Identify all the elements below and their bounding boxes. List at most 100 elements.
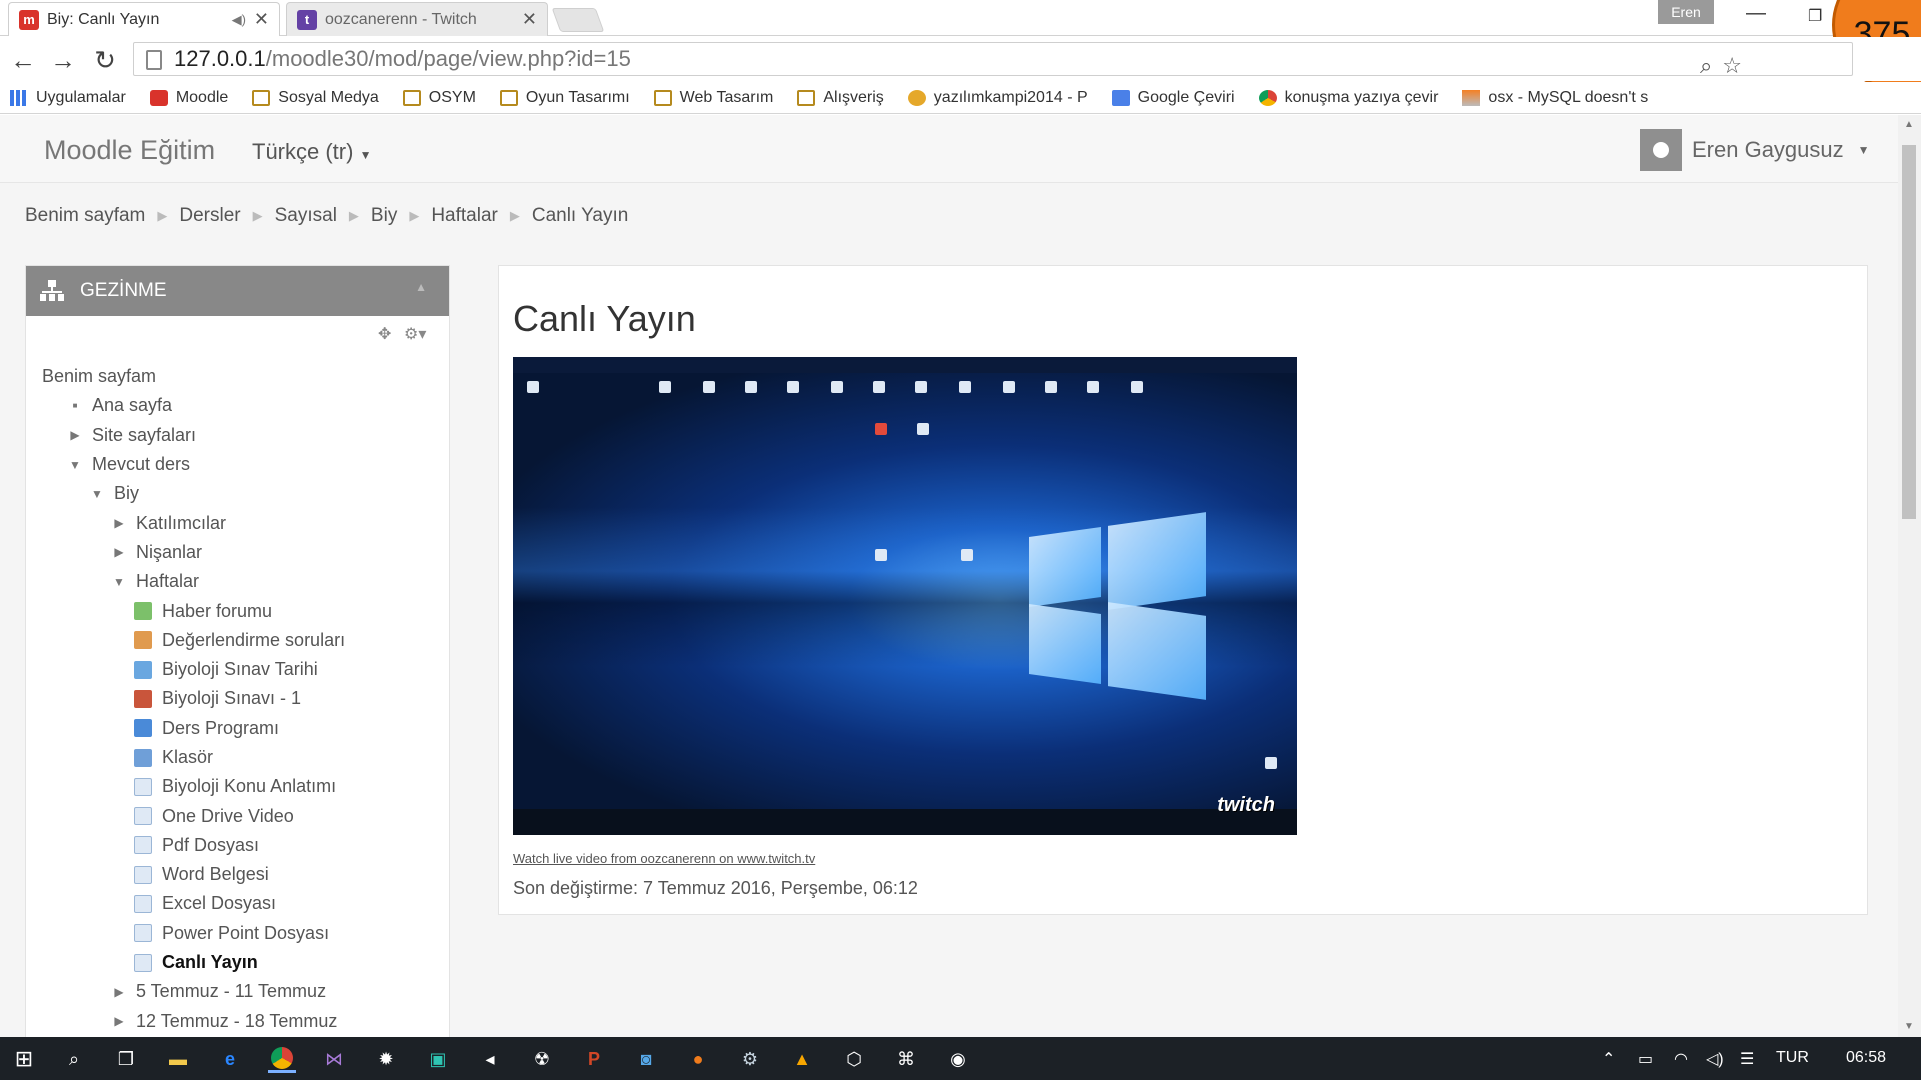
windows-start-icon[interactable]: ⊞ xyxy=(10,1045,38,1073)
app-icon[interactable]: ▲ xyxy=(788,1045,816,1073)
nav-tree-item[interactable]: ▶ Katılımcılar xyxy=(26,508,449,537)
nav-tree-item[interactable]: ▶ Site sayfaları xyxy=(26,421,449,450)
nav-tree-item[interactable]: Excel Dosyası xyxy=(26,889,449,918)
breadcrumb-item[interactable]: Dersler xyxy=(179,205,240,227)
breadcrumb-item[interactable]: Biy xyxy=(371,205,397,227)
edge-icon[interactable]: e xyxy=(216,1045,244,1073)
breadcrumb-item[interactable]: Haftalar xyxy=(431,205,498,227)
nav-tree-item[interactable]: Biyoloji Sınav Tarihi xyxy=(26,655,449,684)
expand-arrow-icon[interactable]: ▶ xyxy=(112,1014,126,1028)
move-icon[interactable]: ✥ xyxy=(378,324,391,344)
address-bar[interactable]: 127.0.0.1/moodle30/mod/page/view.php?id=… xyxy=(133,42,1853,78)
app-icon[interactable]: ▣ xyxy=(424,1045,452,1073)
close-tab-icon[interactable]: ✕ xyxy=(254,9,269,30)
tab-twitch[interactable]: t oozcanerenn - Twitch ✕ xyxy=(286,2,548,36)
navigation-block-header[interactable]: GEZİNME ▲ xyxy=(26,266,449,316)
user-menu[interactable]: Eren Gaygusuz ▼ xyxy=(1640,129,1870,171)
collapse-arrow-icon[interactable]: ▼ xyxy=(112,575,126,589)
expand-arrow-icon[interactable]: ▶ xyxy=(112,985,126,999)
nav-tree-item[interactable]: ▶ Nişanlar xyxy=(26,538,449,567)
app-icon[interactable]: ⌘ xyxy=(892,1045,920,1073)
back-arrow-icon[interactable]: ← xyxy=(8,45,38,76)
nav-tree-item[interactable]: Biyoloji Sınavı - 1 xyxy=(26,684,449,713)
nav-tree-item[interactable]: Değerlendirme soruları xyxy=(26,626,449,655)
nav-tree-item[interactable]: ■ Ana sayfa xyxy=(26,391,449,420)
bookmark-google-ceviri[interactable]: Google Çeviri xyxy=(1111,89,1235,107)
watch-live-link[interactable]: Watch live video from oozcanerenn on www… xyxy=(513,851,815,866)
cube-app-icon[interactable]: ⬡ xyxy=(840,1045,868,1073)
speaker-icon[interactable]: ◀) xyxy=(232,12,246,28)
obs-icon[interactable]: ◉ xyxy=(944,1045,972,1073)
tab-biy-canli-yayin[interactable]: m Biy: Canlı Yayın ◀) ✕ xyxy=(8,2,280,36)
nav-tree-item[interactable]: ▶ 5 Temmuz - 11 Temmuz xyxy=(26,977,449,1006)
collapse-arrow-icon[interactable]: ▼ xyxy=(90,487,104,501)
page-scrollbar[interactable]: ▲ ▼ xyxy=(1898,115,1921,1037)
nav-tree-item[interactable]: ▼ Mevcut ders xyxy=(26,450,449,479)
visual-studio-icon[interactable]: ⋈ xyxy=(320,1045,348,1073)
nav-tree-item[interactable]: Canlı Yayın xyxy=(26,948,449,977)
app-icon[interactable]: ✹ xyxy=(372,1045,400,1073)
bookmark-web-tasarim[interactable]: Web Tasarım xyxy=(653,89,773,107)
tray-chevron-icon[interactable]: ⌃ xyxy=(1602,1049,1615,1069)
breadcrumb-item[interactable]: Sayısal xyxy=(275,205,337,227)
bookmark-moodle[interactable]: Moodle xyxy=(149,89,228,107)
nav-tree-item[interactable]: ▼ Biy xyxy=(26,479,449,508)
restore-icon[interactable]: ❐ xyxy=(1808,6,1822,26)
expand-arrow-icon[interactable]: ▶ xyxy=(112,545,126,559)
site-brand-link[interactable]: Moodle Eğitim xyxy=(44,135,215,166)
zoom-icon[interactable]: ⌕ xyxy=(1700,53,1722,78)
task-view-icon[interactable]: ❐ xyxy=(112,1045,140,1073)
powerpoint-icon[interactable]: P xyxy=(580,1045,608,1073)
bookmark-osx-mysql[interactable]: osx - MySQL doesn't s xyxy=(1462,89,1648,107)
profile-chip[interactable]: Eren xyxy=(1658,0,1714,24)
nav-tree-item[interactable]: One Drive Video xyxy=(26,801,449,830)
wifi-icon[interactable]: ◠ xyxy=(1674,1049,1688,1069)
clock[interactable]: 06:58 xyxy=(1846,1049,1886,1067)
bookmark-alisveris[interactable]: Alışveriş xyxy=(797,89,884,107)
nav-tree-item[interactable]: Biyoloji Konu Anlatımı xyxy=(26,772,449,801)
twitch-video-player[interactable]: twitch xyxy=(513,357,1297,835)
volume-icon[interactable]: ◁) xyxy=(1706,1049,1724,1069)
scrollbar-thumb[interactable] xyxy=(1902,145,1916,519)
nav-tree-item[interactable]: Word Belgesi xyxy=(26,860,449,889)
scroll-down-icon[interactable]: ▼ xyxy=(1904,1021,1914,1032)
reload-icon[interactable]: ↻ xyxy=(90,45,120,76)
chrome-taskbar-icon[interactable] xyxy=(268,1045,296,1073)
expand-arrow-icon[interactable]: ▶ xyxy=(68,428,82,442)
collapse-icon[interactable]: ▲ xyxy=(415,280,427,294)
bookmark-yazilimkampi[interactable]: yazılımkampi2014 - P xyxy=(907,89,1088,107)
app-icon[interactable]: ☢ xyxy=(528,1045,556,1073)
breadcrumb-item[interactable]: Benim sayfam xyxy=(25,205,145,227)
input-language[interactable]: TUR xyxy=(1776,1049,1809,1067)
steam-icon[interactable]: ⚙ xyxy=(736,1045,764,1073)
expand-arrow-icon[interactable]: ▶ xyxy=(112,516,126,530)
nav-tree-item[interactable]: ▼ Haftalar xyxy=(26,567,449,596)
close-tab-icon[interactable]: ✕ xyxy=(522,9,537,30)
notifications-icon[interactable]: ☰ xyxy=(1740,1049,1754,1069)
gear-icon[interactable]: ⚙▾ xyxy=(404,324,426,344)
app-icon[interactable]: ◂ xyxy=(476,1045,504,1073)
app-icon[interactable]: ◙ xyxy=(632,1045,660,1073)
nav-tree-item[interactable]: Benim sayfam xyxy=(26,362,449,391)
battery-icon[interactable]: ▭ xyxy=(1638,1049,1653,1069)
bookmark-konusma[interactable]: konuşma yazıya çevir xyxy=(1258,89,1438,107)
bookmark-uygulamalar[interactable]: Uygulamalar xyxy=(10,89,126,107)
bookmark-sosyal-medya[interactable]: Sosyal Medya xyxy=(252,89,379,107)
nav-tree-item[interactable]: Power Point Dosyası xyxy=(26,919,449,948)
minimize-icon[interactable]: — xyxy=(1746,2,1766,25)
app-icon[interactable]: ● xyxy=(684,1045,712,1073)
nav-tree-item[interactable]: Klasör xyxy=(26,743,449,772)
collapse-arrow-icon[interactable]: ▼ xyxy=(68,458,82,472)
search-icon[interactable]: ⌕ xyxy=(60,1045,88,1073)
nav-tree-item[interactable]: Haber forumu xyxy=(26,596,449,625)
file-explorer-icon[interactable]: ▬ xyxy=(164,1045,192,1073)
nav-tree-item[interactable]: Ders Programı xyxy=(26,714,449,743)
bookmark-osym[interactable]: OSYM xyxy=(402,89,476,107)
language-menu[interactable]: Türkçe (tr) ▼ xyxy=(252,139,371,165)
forward-arrow-icon[interactable]: → xyxy=(48,45,78,76)
bookmark-star-icon[interactable]: ☆ xyxy=(1722,53,1752,78)
scroll-up-icon[interactable]: ▲ xyxy=(1904,119,1914,130)
nav-tree-item[interactable]: Pdf Dosyası xyxy=(26,831,449,860)
bookmark-oyun-tasarimi[interactable]: Oyun Tasarımı xyxy=(499,89,630,107)
nav-tree-item[interactable]: ▶ 12 Temmuz - 18 Temmuz xyxy=(26,1007,449,1036)
